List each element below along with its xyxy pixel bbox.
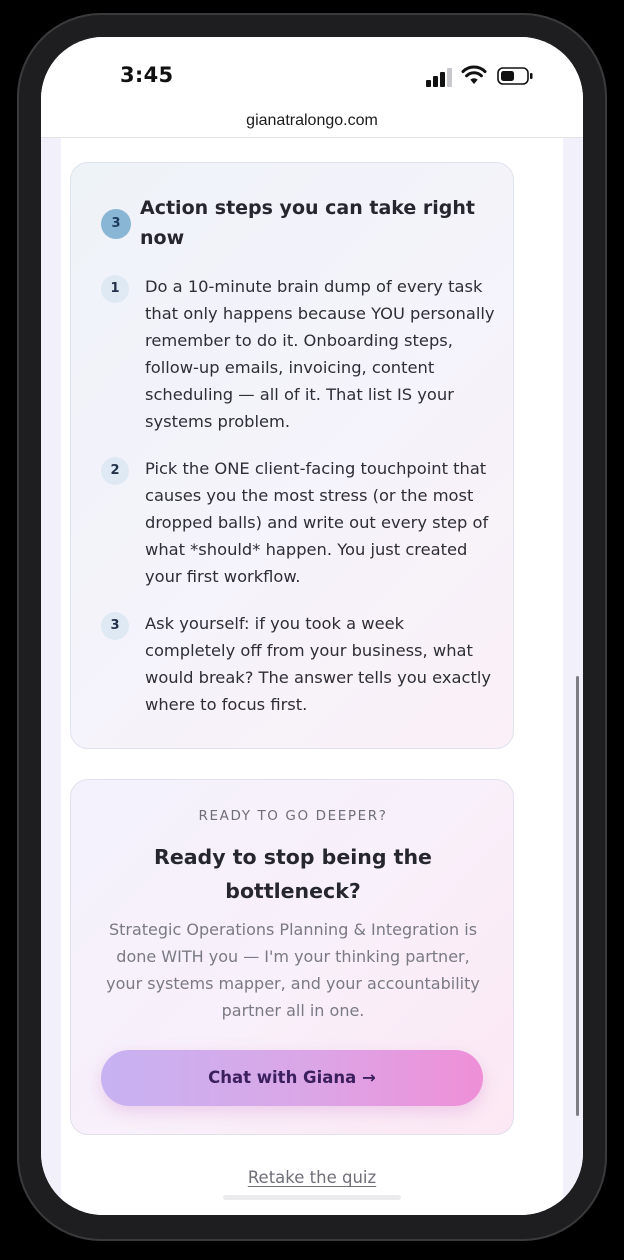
step-text: Pick the ONE client-facing touchpoint th… — [145, 459, 489, 586]
cellular-signal-icon — [426, 67, 454, 87]
cta-eyebrow: READY TO GO DEEPER? — [198, 808, 388, 824]
home-indicator[interactable] — [223, 1195, 401, 1200]
web-page: 3 Action steps you can take right now 1 … — [41, 138, 583, 1215]
retake-quiz-link[interactable]: Retake the quiz — [41, 1168, 583, 1187]
action-steps-card: 3 Action steps you can take right now 1 … — [70, 162, 514, 749]
section-number-badge: 3 — [101, 209, 131, 239]
cta-title: Ready to stop being the bottleneck? — [154, 845, 432, 903]
step-text: Do a 10-minute brain dump of every task … — [145, 277, 495, 431]
battery-icon — [497, 67, 533, 85]
phone-screen: 3:45 gianatralongo.com 3 Action steps yo… — [41, 37, 583, 1215]
scrollbar[interactable] — [576, 676, 579, 1116]
wifi-icon — [461, 65, 487, 84]
step-number-badge: 2 — [101, 457, 129, 485]
cta-description: Strategic Operations Planning & Integrat… — [106, 920, 480, 1020]
status-time: 3:45 — [120, 63, 174, 87]
section-title: Action steps you can take right now — [140, 197, 475, 249]
chat-with-giana-button[interactable]: Chat with Giana → — [101, 1050, 483, 1106]
step-number-badge: 1 — [101, 275, 129, 303]
address-bar-url[interactable]: gianatralongo.com — [41, 105, 583, 137]
cta-card: READY TO GO DEEPER? Ready to stop being … — [70, 779, 514, 1135]
step-number-badge: 3 — [101, 612, 129, 640]
step-text: Ask yourself: if you took a week complet… — [145, 614, 492, 714]
